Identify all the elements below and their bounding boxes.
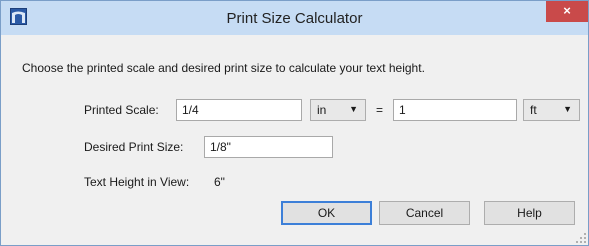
- printed-scale-input[interactable]: 1/4: [176, 99, 302, 121]
- close-button[interactable]: ×: [546, 1, 588, 22]
- resize-grip-icon[interactable]: [576, 233, 586, 243]
- chevron-down-icon: ▼: [349, 104, 358, 114]
- instructions-text: Choose the printed scale and desired pri…: [22, 61, 425, 75]
- text-height-value: 6": [214, 175, 225, 189]
- real-scale-unit-select[interactable]: ft ▼: [523, 99, 580, 121]
- ok-button[interactable]: OK: [281, 201, 372, 225]
- title-bar[interactable]: Print Size Calculator ×: [1, 1, 588, 35]
- close-icon: ×: [563, 3, 571, 18]
- real-scale-unit-value: ft: [530, 103, 537, 117]
- text-height-label: Text Height in View:: [84, 175, 190, 189]
- printed-scale-label: Printed Scale:: [84, 103, 159, 117]
- help-button[interactable]: Help: [484, 201, 575, 225]
- equals-sign: =: [376, 103, 384, 117]
- printed-scale-unit-value: in: [317, 103, 327, 117]
- desired-print-size-label: Desired Print Size:: [84, 140, 184, 154]
- real-scale-input[interactable]: 1: [393, 99, 517, 121]
- dialog-window: Print Size Calculator × Choose the print…: [0, 0, 589, 246]
- window-title: Print Size Calculator: [226, 10, 363, 27]
- printed-scale-unit-select[interactable]: in ▼: [310, 99, 366, 121]
- chevron-down-icon: ▼: [563, 104, 572, 114]
- desired-print-size-input[interactable]: 1/8": [204, 136, 333, 158]
- cancel-button[interactable]: Cancel: [379, 201, 470, 225]
